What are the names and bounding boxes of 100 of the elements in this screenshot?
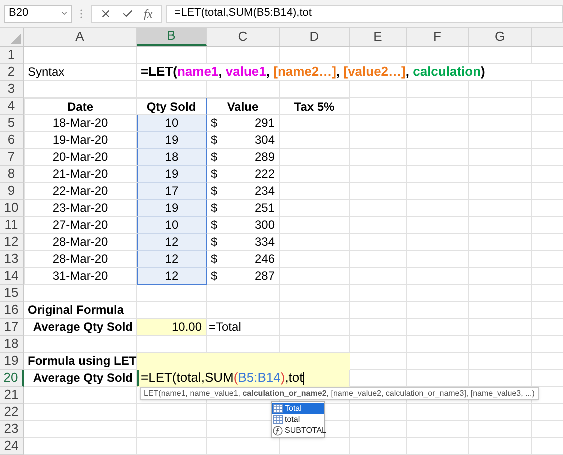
empty-cell[interactable]	[407, 251, 469, 268]
empty-cell[interactable]	[407, 132, 469, 149]
autocomplete-item[interactable]: Total	[272, 403, 324, 414]
row-header[interactable]: 11	[0, 217, 24, 234]
empty-cell[interactable]	[280, 285, 350, 302]
empty-cell[interactable]	[350, 81, 407, 98]
empty-cell[interactable]	[137, 47, 207, 64]
empty-cell[interactable]	[407, 336, 469, 353]
empty-cell[interactable]	[207, 285, 280, 302]
empty-cell[interactable]	[207, 302, 280, 319]
empty-cell[interactable]	[280, 200, 350, 217]
empty-cell[interactable]	[280, 234, 350, 251]
empty-cell[interactable]	[280, 302, 350, 319]
empty-cell[interactable]	[280, 251, 350, 268]
empty-cell[interactable]	[280, 149, 350, 166]
empty-cell[interactable]	[280, 47, 350, 64]
empty-cell[interactable]: $ 246	[207, 251, 280, 268]
row-header[interactable]: 19	[0, 353, 24, 370]
row-header[interactable]: 6	[0, 132, 24, 149]
empty-cell[interactable]	[137, 421, 207, 438]
row-header[interactable]: 3	[0, 81, 24, 98]
empty-cell[interactable]	[407, 302, 469, 319]
empty-cell[interactable]	[407, 200, 469, 217]
column-header[interactable]: F	[407, 28, 469, 46]
empty-cell[interactable]	[207, 81, 280, 98]
empty-cell[interactable]	[280, 81, 350, 98]
empty-cell[interactable]	[350, 98, 407, 115]
empty-cell[interactable]	[407, 285, 469, 302]
empty-cell[interactable]	[469, 319, 532, 336]
row-header[interactable]: 1	[0, 47, 24, 64]
empty-cell[interactable]	[350, 285, 407, 302]
dropdown-icon[interactable]	[60, 9, 69, 18]
empty-cell[interactable]	[407, 268, 469, 285]
empty-cell[interactable]	[407, 234, 469, 251]
row-header[interactable]: 15	[0, 285, 24, 302]
empty-cell[interactable]	[469, 336, 532, 353]
empty-cell[interactable]	[350, 200, 407, 217]
empty-cell[interactable]	[407, 98, 469, 115]
empty-cell[interactable]	[280, 166, 350, 183]
row-header[interactable]: 22	[0, 404, 24, 421]
empty-cell[interactable]	[350, 268, 407, 285]
empty-cell[interactable]	[137, 285, 207, 302]
row-header[interactable]: 23	[0, 421, 24, 438]
empty-cell[interactable]	[469, 251, 532, 268]
drag-handle-icon[interactable]	[80, 8, 83, 18]
empty-cell[interactable]: $ 291	[207, 115, 280, 132]
empty-cell[interactable]	[469, 98, 532, 115]
empty-cell[interactable]	[350, 183, 407, 200]
empty-cell[interactable]	[469, 217, 532, 234]
empty-cell[interactable]	[469, 234, 532, 251]
empty-cell[interactable]	[280, 183, 350, 200]
row-header[interactable]: 10	[0, 200, 24, 217]
empty-cell[interactable]	[407, 404, 469, 421]
name-box[interactable]: B20	[4, 4, 72, 22]
empty-cell[interactable]	[407, 421, 469, 438]
row-header[interactable]: 13	[0, 251, 24, 268]
empty-cell[interactable]	[350, 319, 407, 336]
empty-cell[interactable]	[350, 132, 407, 149]
empty-cell[interactable]	[280, 268, 350, 285]
empty-cell[interactable]	[407, 217, 469, 234]
empty-cell[interactable]	[350, 166, 407, 183]
row-header[interactable]: 12	[0, 234, 24, 251]
empty-cell[interactable]	[350, 234, 407, 251]
empty-cell[interactable]: $ 222	[207, 166, 280, 183]
row-header[interactable]: 9	[0, 183, 24, 200]
empty-cell[interactable]	[350, 302, 407, 319]
empty-cell[interactable]	[469, 183, 532, 200]
empty-cell[interactable]	[469, 47, 532, 64]
empty-cell[interactable]	[469, 404, 532, 421]
row-header[interactable]: 8	[0, 166, 24, 183]
empty-cell[interactable]	[469, 438, 532, 455]
empty-cell[interactable]	[350, 336, 407, 353]
empty-cell[interactable]	[280, 217, 350, 234]
empty-cell[interactable]	[280, 132, 350, 149]
empty-cell[interactable]	[350, 421, 407, 438]
empty-cell[interactable]	[469, 166, 532, 183]
empty-cell[interactable]	[469, 268, 532, 285]
column-header[interactable]: G	[469, 28, 532, 46]
cancel-icon[interactable]	[100, 8, 112, 20]
empty-cell[interactable]	[469, 132, 532, 149]
empty-cell[interactable]: $ 287	[207, 268, 280, 285]
empty-cell[interactable]	[137, 404, 207, 421]
empty-cell[interactable]	[469, 200, 532, 217]
empty-cell[interactable]	[407, 47, 469, 64]
empty-cell[interactable]	[350, 251, 407, 268]
row-header[interactable]: 21	[0, 387, 24, 404]
empty-cell[interactable]	[407, 183, 469, 200]
empty-cell[interactable]	[469, 421, 532, 438]
empty-cell[interactable]	[407, 438, 469, 455]
empty-cell[interactable]	[469, 353, 532, 370]
empty-cell[interactable]: $ 334	[207, 234, 280, 251]
row-header[interactable]: 4	[0, 98, 24, 115]
empty-cell[interactable]	[407, 81, 469, 98]
empty-cell[interactable]	[350, 404, 407, 421]
empty-cell[interactable]	[350, 438, 407, 455]
empty-cell[interactable]	[407, 353, 469, 370]
empty-cell[interactable]	[350, 149, 407, 166]
empty-cell[interactable]	[350, 217, 407, 234]
row-header[interactable]: 20	[0, 370, 24, 387]
empty-cell[interactable]	[280, 115, 350, 132]
